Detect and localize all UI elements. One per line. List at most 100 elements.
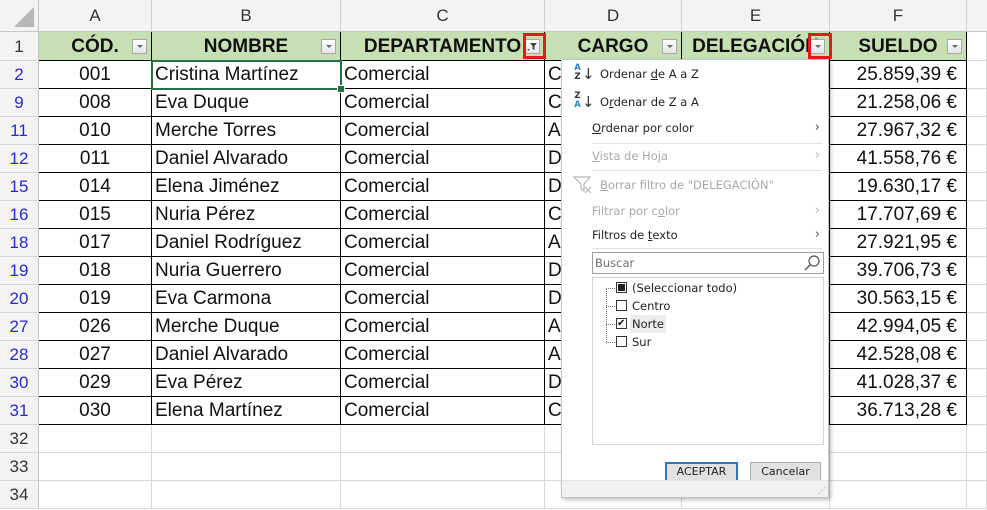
- table-cell[interactable]: 17.707,69 €: [830, 201, 967, 229]
- column-header-e[interactable]: E: [682, 0, 830, 32]
- filter-dropdown-button[interactable]: [947, 39, 962, 54]
- empty-cell[interactable]: [152, 425, 341, 453]
- table-cell[interactable]: 27.967,32 €: [830, 117, 967, 145]
- sort-z-to-a[interactable]: ZA ↓ Ordenar de Z a A: [562, 90, 828, 114]
- table-cell[interactable]: Comercial: [341, 341, 545, 369]
- row-header[interactable]: 1: [0, 32, 39, 61]
- empty-cell[interactable]: [967, 117, 987, 145]
- table-cell[interactable]: 36.713,28 €: [830, 397, 967, 425]
- empty-cell[interactable]: [967, 313, 987, 341]
- table-header-cell[interactable]: NOMBRE: [152, 32, 341, 61]
- row-header[interactable]: 16: [0, 201, 39, 229]
- search-input[interactable]: [593, 253, 797, 273]
- empty-cell[interactable]: [967, 61, 987, 89]
- row-header[interactable]: 33: [0, 453, 39, 481]
- column-header-g[interactable]: [967, 0, 987, 32]
- checkbox[interactable]: [616, 336, 627, 347]
- empty-cell[interactable]: [967, 32, 987, 61]
- filter-value-item[interactable]: (Seleccionar todo): [606, 279, 816, 297]
- empty-cell[interactable]: [967, 285, 987, 313]
- table-cell[interactable]: Cristina Martínez: [152, 61, 341, 89]
- column-header-a[interactable]: A: [39, 0, 152, 32]
- row-header[interactable]: 34: [0, 481, 39, 509]
- row-header[interactable]: 20: [0, 285, 39, 313]
- empty-cell[interactable]: [830, 481, 967, 509]
- empty-cell[interactable]: [830, 425, 967, 453]
- checkbox[interactable]: [616, 315, 627, 333]
- table-cell[interactable]: 026: [39, 313, 152, 341]
- empty-cell[interactable]: [967, 229, 987, 257]
- table-cell[interactable]: 017: [39, 229, 152, 257]
- empty-cell[interactable]: [967, 369, 987, 397]
- table-header-cell[interactable]: CARGO: [545, 32, 682, 61]
- empty-cell[interactable]: [830, 453, 967, 481]
- table-cell[interactable]: Elena Martínez: [152, 397, 341, 425]
- search-icon[interactable]: [803, 254, 821, 272]
- table-cell[interactable]: 014: [39, 173, 152, 201]
- table-cell[interactable]: 010: [39, 117, 152, 145]
- empty-cell[interactable]: [967, 173, 987, 201]
- empty-cell[interactable]: [341, 453, 545, 481]
- row-header[interactable]: 19: [0, 257, 39, 285]
- table-cell[interactable]: Comercial: [341, 257, 545, 285]
- table-cell[interactable]: 015: [39, 201, 152, 229]
- empty-cell[interactable]: [967, 341, 987, 369]
- column-header-f[interactable]: F: [830, 0, 967, 32]
- table-cell[interactable]: Daniel Alvarado: [152, 341, 341, 369]
- empty-cell[interactable]: [967, 453, 987, 481]
- table-cell[interactable]: 41.558,76 €: [830, 145, 967, 173]
- row-header[interactable]: 28: [0, 341, 39, 369]
- empty-cell[interactable]: [152, 481, 341, 509]
- empty-cell[interactable]: [967, 257, 987, 285]
- fill-handle[interactable]: [337, 85, 345, 93]
- empty-cell[interactable]: [967, 145, 987, 173]
- table-cell[interactable]: Nuria Pérez: [152, 201, 341, 229]
- table-cell[interactable]: Merche Torres: [152, 117, 341, 145]
- empty-cell[interactable]: [39, 453, 152, 481]
- table-cell[interactable]: 21.258,06 €: [830, 89, 967, 117]
- table-cell[interactable]: Elena Jiménez: [152, 173, 341, 201]
- resize-grip-icon[interactable]: ⋰: [818, 487, 826, 495]
- table-cell[interactable]: Comercial: [341, 397, 545, 425]
- table-cell[interactable]: 42.994,05 €: [830, 313, 967, 341]
- row-header[interactable]: 30: [0, 369, 39, 397]
- table-cell[interactable]: Comercial: [341, 173, 545, 201]
- table-header-cell[interactable]: CÓD.: [39, 32, 152, 61]
- table-cell[interactable]: Eva Carmona: [152, 285, 341, 313]
- table-cell[interactable]: Daniel Rodríguez: [152, 229, 341, 257]
- table-cell[interactable]: Daniel Alvarado: [152, 145, 341, 173]
- empty-cell[interactable]: [967, 481, 987, 509]
- filter-dropdown-button[interactable]: [132, 39, 147, 54]
- filter-dropdown-button[interactable]: [321, 39, 336, 54]
- empty-cell[interactable]: [967, 425, 987, 453]
- row-header[interactable]: 18: [0, 229, 39, 257]
- table-cell[interactable]: 011: [39, 145, 152, 173]
- table-cell[interactable]: 19.630,17 €: [830, 173, 967, 201]
- table-cell[interactable]: Comercial: [341, 89, 545, 117]
- empty-cell[interactable]: [967, 397, 987, 425]
- row-header[interactable]: 2: [0, 61, 39, 89]
- table-cell[interactable]: Comercial: [341, 313, 545, 341]
- empty-cell[interactable]: [967, 201, 987, 229]
- row-header[interactable]: 11: [0, 117, 39, 145]
- table-cell[interactable]: Comercial: [341, 285, 545, 313]
- table-cell[interactable]: Comercial: [341, 145, 545, 173]
- table-cell[interactable]: Eva Duque: [152, 89, 341, 117]
- sort-a-to-z[interactable]: AZ ↓ Ordenar de A a Z: [562, 62, 828, 86]
- checkbox[interactable]: [616, 282, 627, 293]
- table-cell[interactable]: 027: [39, 341, 152, 369]
- table-cell[interactable]: Comercial: [341, 201, 545, 229]
- row-header[interactable]: 12: [0, 145, 39, 173]
- table-header-cell[interactable]: DEPARTAMENTO: [341, 32, 545, 61]
- row-header[interactable]: 31: [0, 397, 39, 425]
- table-cell[interactable]: 008: [39, 89, 152, 117]
- table-cell[interactable]: Eva Pérez: [152, 369, 341, 397]
- row-header[interactable]: 9: [0, 89, 39, 117]
- table-cell[interactable]: Comercial: [341, 229, 545, 257]
- empty-cell[interactable]: [341, 481, 545, 509]
- table-cell[interactable]: 018: [39, 257, 152, 285]
- table-cell[interactable]: 27.921,95 €: [830, 229, 967, 257]
- table-cell[interactable]: Merche Duque: [152, 313, 341, 341]
- filter-value-item[interactable]: Norte: [606, 315, 816, 333]
- text-filters[interactable]: Filtros de texto ›: [562, 223, 828, 247]
